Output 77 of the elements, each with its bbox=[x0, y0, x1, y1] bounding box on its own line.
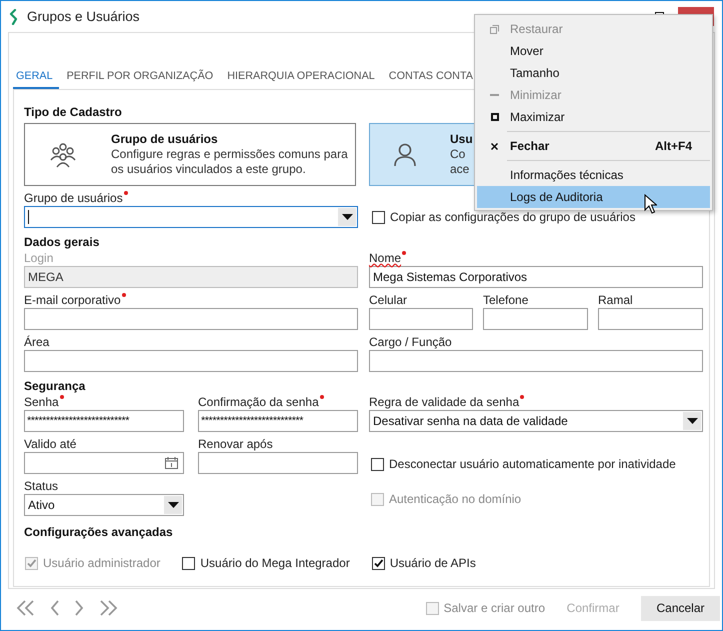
menu-item[interactable]: Logs de Auditoria bbox=[477, 186, 710, 208]
field-label: Nome bbox=[369, 250, 402, 266]
section-heading: Tipo de Cadastro bbox=[24, 104, 122, 120]
option-card[interactable]: Grupo de usuários Configure regras e permissões comuns para os usuários vinculados a este grupo. bbox=[24, 123, 356, 186]
input-field[interactable] bbox=[369, 308, 473, 330]
calendar-icon[interactable] bbox=[165, 457, 178, 469]
checkbox[interactable] bbox=[371, 458, 384, 470]
tab[interactable]: PERFIL POR ORGANIZAÇÃO bbox=[64, 70, 220, 89]
previous-icon[interactable] bbox=[50, 600, 60, 616]
input-field[interactable] bbox=[24, 308, 358, 330]
menu-item[interactable]: Informações técnicas bbox=[477, 164, 710, 186]
card-title: Grupo de usuários bbox=[111, 132, 219, 147]
checkbox-label: Salvar e criar outro bbox=[444, 601, 545, 615]
field-label: Área bbox=[24, 334, 50, 350]
person-icon bbox=[394, 142, 416, 166]
card-description: Configure regras e permissões comuns para bbox=[111, 147, 348, 162]
field-label: Celular bbox=[369, 292, 408, 308]
field-label: Status bbox=[24, 478, 58, 494]
checkbox-label: Usuário do Mega Integrador bbox=[200, 556, 350, 570]
field-label: Grupo de usuários bbox=[24, 190, 123, 206]
first-page-icon[interactable] bbox=[16, 600, 36, 616]
input-field[interactable] bbox=[598, 308, 703, 330]
menu-item[interactable]: Fechar Alt+F4 bbox=[477, 135, 710, 157]
last-page-icon[interactable] bbox=[98, 600, 118, 616]
tab[interactable]: GERAL bbox=[13, 70, 59, 89]
group-dropdown[interactable] bbox=[24, 206, 358, 228]
next-icon[interactable] bbox=[74, 600, 84, 616]
checkbox-label: Usuário de APIs bbox=[390, 556, 476, 570]
checkbox[interactable] bbox=[372, 556, 385, 570]
field-label: Regra de validade da senha bbox=[369, 394, 520, 410]
password-field[interactable]: *************************** bbox=[24, 410, 184, 432]
people-icon bbox=[49, 142, 77, 168]
minimize-icon bbox=[490, 94, 499, 96]
checkbox-label: Desconectar usuário automaticamente por inatividade bbox=[389, 457, 676, 471]
card-description: Co bbox=[450, 147, 466, 162]
field-label: Confirmação da senha bbox=[198, 394, 319, 410]
field-label: Cargo / Função bbox=[369, 334, 452, 350]
field-label: Ramal bbox=[598, 292, 633, 308]
status-dropdown[interactable]: Ativo bbox=[24, 494, 184, 516]
section-heading: Dados gerais bbox=[24, 234, 100, 250]
field-label: Login bbox=[24, 250, 54, 266]
text-cursor bbox=[28, 210, 29, 224]
card-description: ace bbox=[450, 162, 470, 177]
maximize-icon bbox=[490, 113, 498, 121]
input-field[interactable] bbox=[369, 350, 703, 372]
tab[interactable]: HIERARQUIA OPERACIONAL bbox=[224, 70, 381, 89]
menu-item[interactable]: Maximizar bbox=[477, 106, 710, 128]
card-description: os usuários vinculados a este grupo. bbox=[111, 162, 307, 177]
window-title: Grupos e Usuários bbox=[27, 9, 140, 24]
field-label: Renovar após bbox=[198, 436, 273, 452]
restore-icon bbox=[490, 24, 499, 34]
section-heading: Configurações avançadas bbox=[24, 524, 173, 540]
menu-item[interactable]: Mover bbox=[477, 40, 710, 62]
logo-icon bbox=[9, 8, 19, 24]
checkbox[interactable] bbox=[182, 556, 196, 570]
cancel-button[interactable]: Cancelar bbox=[641, 596, 720, 620]
section-heading: Segurança bbox=[24, 378, 86, 394]
input-field[interactable] bbox=[483, 308, 588, 330]
field-label: Telefone bbox=[483, 292, 528, 308]
field-label: E-mail corporativo bbox=[24, 292, 121, 308]
mouse-pointer-icon bbox=[644, 194, 657, 214]
menu-item[interactable]: Tamanho bbox=[477, 62, 710, 84]
close-icon bbox=[491, 142, 498, 150]
checkbox-label: Autenticação no domínio bbox=[389, 492, 522, 506]
input-field[interactable]: Mega Sistemas Corporativos bbox=[369, 266, 703, 288]
input-field[interactable] bbox=[198, 452, 358, 474]
checkbox-label: Copiar as configurações do grupo de usuários bbox=[390, 210, 636, 224]
date-field[interactable] bbox=[24, 452, 184, 474]
checkbox-label: Usuário administrador bbox=[43, 556, 160, 570]
field-label: Senha bbox=[24, 394, 59, 410]
rule-dropdown[interactable]: Desativar senha na data de validade bbox=[369, 410, 703, 432]
input-field[interactable] bbox=[24, 350, 358, 372]
card-title: Usu bbox=[450, 132, 473, 147]
field-label: Valido até bbox=[24, 436, 76, 452]
checkbox[interactable] bbox=[372, 210, 385, 224]
shortcut-text: Alt+F4 bbox=[654, 139, 692, 153]
password-field[interactable]: *************************** bbox=[198, 410, 358, 432]
